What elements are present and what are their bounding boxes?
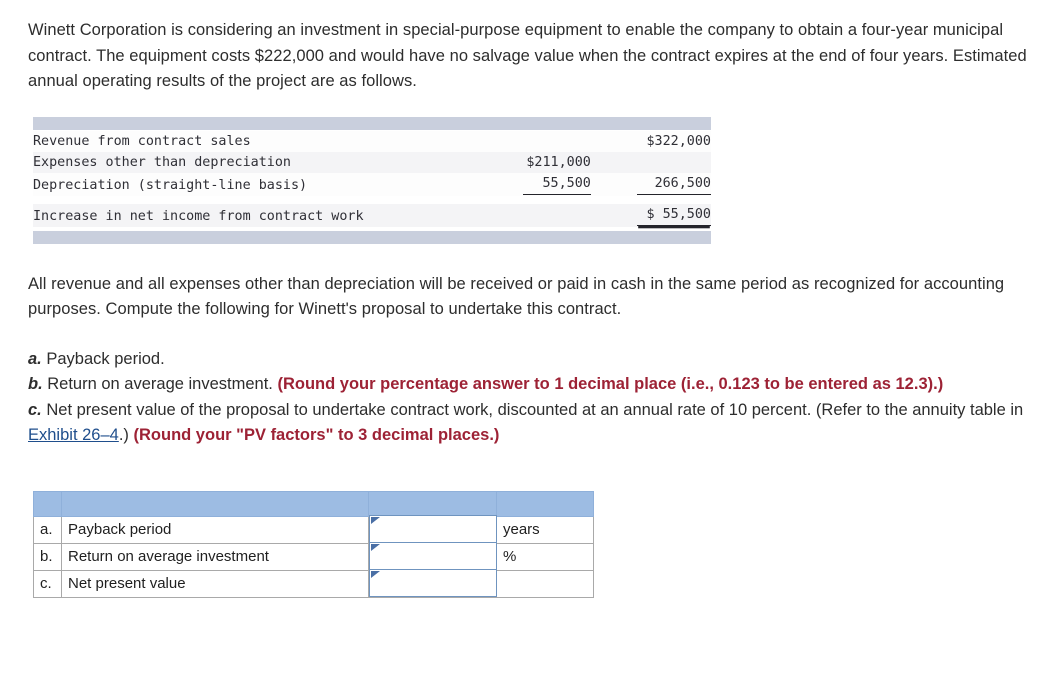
row-description: Net present value <box>61 569 369 598</box>
requirement-c-marker: c. <box>28 400 42 419</box>
requirement-a-marker: a. <box>28 349 42 368</box>
requirement-c: c. Net present value of the proposal to … <box>28 398 1029 449</box>
row-amount-col1: $211,000 <box>526 154 591 170</box>
requirement-b-marker: b. <box>28 375 43 393</box>
row-unit: years <box>496 515 594 544</box>
row-label: Increase in net income from contract wor… <box>33 208 364 224</box>
payback-period-input[interactable] <box>369 514 497 543</box>
answer-table-header-row <box>33 490 594 517</box>
row-amount-col1 <box>471 131 591 152</box>
table-spacer-row <box>33 196 711 204</box>
problem-page: Winett Corporation is considering an inv… <box>0 0 1057 673</box>
requirement-b-note: (Round your percentage answer to 1 decim… <box>277 375 944 393</box>
row-unit <box>496 569 594 598</box>
header-cell-key <box>33 490 62 517</box>
table-row: Revenue from contract sales $322,000 <box>33 130 712 152</box>
row-key: c. <box>33 569 62 598</box>
answer-input-cell-a[interactable] <box>368 514 497 544</box>
header-cell-unit <box>496 490 594 517</box>
net-present-value-input[interactable] <box>369 568 497 597</box>
row-amount-col2: $ 55,500 <box>591 204 711 227</box>
row-description: Return on average investment <box>61 542 369 571</box>
cell-flag-icon <box>371 516 380 524</box>
answer-table-wrapper: a. Payback period years b. Return on ave… <box>33 490 1029 598</box>
intro-paragraph: Winett Corporation is considering an inv… <box>28 21 1027 90</box>
total-double-underline-value: $ 55,500 <box>637 205 711 226</box>
row-label: Revenue from contract sales <box>33 133 251 149</box>
row-amount-col1: 55,500 <box>471 173 591 196</box>
answer-input-cell-c[interactable] <box>368 568 497 598</box>
middle-paragraph: All revenue and all expenses other than … <box>28 274 1005 319</box>
requirement-c-text-after: .) <box>118 426 134 444</box>
row-key: a. <box>33 515 62 544</box>
requirement-b: b. Return on average investment. (Round … <box>28 372 1029 398</box>
table-total-row: Increase in net income from contract wor… <box>33 203 711 227</box>
row-amount-col2 <box>591 152 711 173</box>
cell-flag-icon <box>371 543 380 551</box>
header-cell-desc <box>61 490 369 517</box>
financial-summary-table: Revenue from contract sales $322,000 Exp… <box>33 116 712 244</box>
requirement-a: a. Payback period. <box>28 347 1029 373</box>
exhibit-link[interactable]: Exhibit 26–4 <box>28 426 119 444</box>
requirement-b-text: Return on average investment. <box>42 375 278 393</box>
row-label: Depreciation (straight-line basis) <box>33 177 308 193</box>
row-amount-col2: $322,000 <box>646 133 712 149</box>
return-on-average-investment-input[interactable] <box>369 541 497 570</box>
row-amount-col1 <box>471 204 591 227</box>
subtotal-underline-value: 55,500 <box>522 174 591 195</box>
financial-table: Revenue from contract sales $322,000 Exp… <box>33 130 712 227</box>
answer-table: a. Payback period years b. Return on ave… <box>33 490 594 598</box>
subtotal-underline-value: 266,500 <box>637 174 711 195</box>
row-amount-col2: 266,500 <box>591 173 711 196</box>
table-row: Depreciation (straight-line basis) 55,50… <box>33 172 711 196</box>
answer-input-cell-b[interactable] <box>368 541 497 571</box>
row-key: b. <box>33 542 62 571</box>
requirements-list: a. Payback period. b. Return on average … <box>28 347 1029 449</box>
requirement-c-note: (Round your "PV factors" to 3 decimal pl… <box>133 426 500 444</box>
gap-spacer <box>28 244 1029 272</box>
row-label: Expenses other than depreciation <box>33 154 291 170</box>
table-bottom-bar <box>33 229 711 244</box>
requirement-a-text: Payback period. <box>41 349 165 368</box>
header-cell-input <box>368 490 497 517</box>
cell-flag-icon <box>371 570 380 578</box>
spacer-cell <box>33 196 711 204</box>
answer-row-b: b. Return on average investment % <box>33 541 594 571</box>
row-unit: % <box>496 542 594 571</box>
row-description: Payback period <box>61 515 369 544</box>
requirement-c-text: Net present value of the proposal to und… <box>41 400 1024 419</box>
answer-row-c: c. Net present value <box>33 568 594 598</box>
table-top-bar <box>33 116 711 131</box>
answer-row-a: a. Payback period years <box>33 514 594 544</box>
table-row: Expenses other than depreciation $211,00… <box>33 151 711 173</box>
